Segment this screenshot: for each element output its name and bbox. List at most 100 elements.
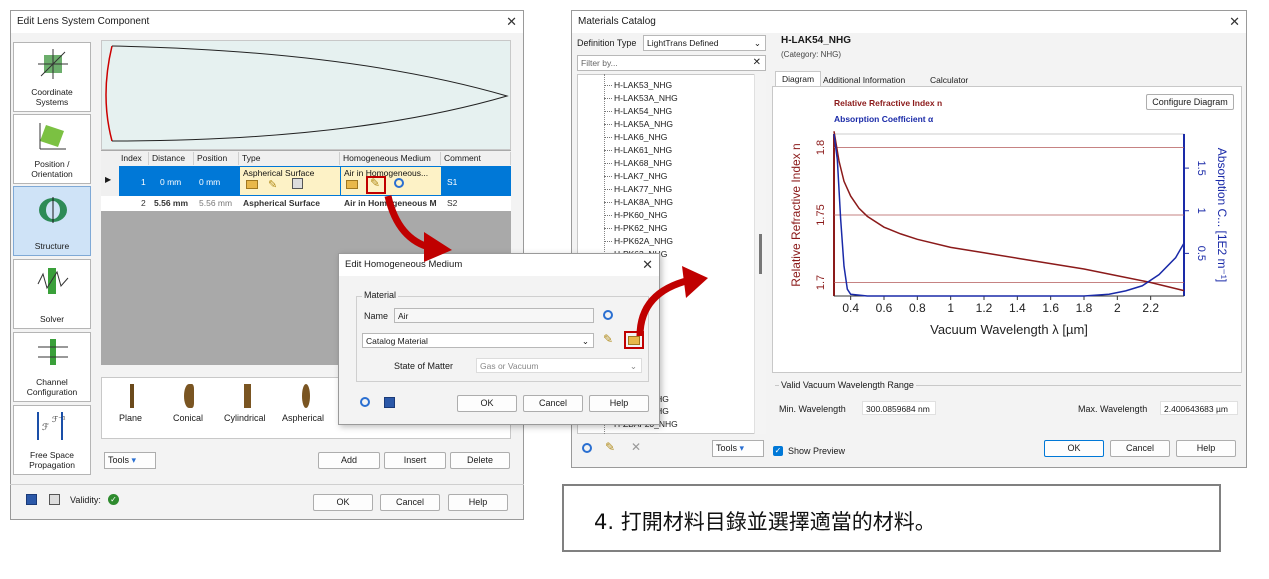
shape-conical[interactable]: Conical bbox=[173, 413, 203, 423]
definition-type-select[interactable]: LightTrans Defined ⌄ bbox=[643, 35, 766, 51]
tree-item[interactable]: H-LAK68_NHG bbox=[603, 157, 672, 169]
delete-icon[interactable]: ✕ bbox=[631, 440, 641, 454]
edit-pencil-icon[interactable]: ✎ bbox=[605, 440, 615, 454]
tools-icon: ▾ bbox=[739, 443, 745, 453]
tree-item[interactable]: H-LAK61_NHG bbox=[603, 144, 672, 156]
col-header-index[interactable]: Index bbox=[119, 152, 149, 165]
validity-ok-icon: ✓ bbox=[108, 494, 119, 505]
sidebar-item-coordinate-systems[interactable]: Coordinate Systems bbox=[13, 42, 91, 112]
close-icon[interactable]: ✕ bbox=[642, 254, 653, 276]
chevron-down-icon: ⌄ bbox=[753, 38, 761, 48]
tree-item[interactable]: H-LAK7_NHG bbox=[603, 170, 667, 182]
col-header-distance[interactable]: Distance bbox=[150, 152, 194, 165]
search-icon[interactable] bbox=[360, 397, 370, 407]
catalog-cancel-button[interactable]: Cancel bbox=[1110, 440, 1170, 457]
tree-item[interactable]: H-LAK6_NHG bbox=[603, 131, 667, 143]
scrollbar-thumb[interactable] bbox=[759, 234, 762, 274]
tree-item[interactable]: H-LAK5A_NHG bbox=[603, 118, 673, 130]
tree-item[interactable]: H-LAK53_NHG bbox=[603, 79, 672, 91]
ok-button[interactable]: OK bbox=[313, 494, 373, 511]
structure-icon bbox=[39, 197, 67, 223]
col-header-position[interactable]: Position bbox=[195, 152, 239, 165]
edit-pencil-icon[interactable]: ✎ bbox=[268, 178, 277, 191]
show-preview-checkbox[interactable]: ✓ bbox=[773, 446, 783, 456]
edit-pencil-icon[interactable]: ✎ bbox=[603, 332, 613, 346]
x-tick-label: 0.4 bbox=[842, 301, 859, 315]
insert-button[interactable]: Insert bbox=[384, 452, 446, 469]
view-icon[interactable] bbox=[292, 178, 303, 189]
tools-menu[interactable]: Tools ▾ bbox=[104, 452, 156, 469]
clear-filter-icon[interactable]: ✕ bbox=[753, 56, 761, 70]
dialog-help-button[interactable]: Help bbox=[589, 395, 649, 412]
dispersion-chart: 1.7 1.75 1.8 0.5 1 1.5 0.4 0.6 0.8 1 1.2 1.4 1.6 1.8 2… bbox=[789, 131, 1229, 337]
sidebar-item-position-orientation[interactable]: Position / Orientation bbox=[13, 114, 91, 184]
cylindrical-shape-icon[interactable] bbox=[244, 384, 251, 408]
catalog-ok-button[interactable]: OK bbox=[1044, 440, 1104, 457]
folder-icon[interactable] bbox=[346, 180, 358, 189]
plane-shape-icon[interactable] bbox=[130, 384, 134, 408]
sidebar-label: Solver bbox=[39, 314, 65, 324]
shape-plane[interactable]: Plane bbox=[119, 413, 142, 423]
dialog-title: Edit Homogeneous Medium bbox=[339, 254, 659, 276]
lens-preview bbox=[101, 40, 511, 150]
cancel-button[interactable]: Cancel bbox=[380, 494, 440, 511]
close-icon[interactable]: ✕ bbox=[506, 11, 517, 33]
help-button[interactable]: Help bbox=[448, 494, 508, 511]
tree-item[interactable]: H-LAK8A_NHG bbox=[603, 196, 673, 208]
filter-input[interactable]: Filter by... ✕ bbox=[577, 55, 766, 71]
dialog-ok-button[interactable]: OK bbox=[457, 395, 517, 412]
aspherical-shape-icon[interactable] bbox=[302, 384, 310, 408]
x-tick-label: 1.8 bbox=[1076, 301, 1093, 315]
sidebar-item-channel-configuration[interactable]: Channel Configuration bbox=[13, 332, 91, 402]
dialog-cancel-button[interactable]: Cancel bbox=[523, 395, 583, 412]
tab-calculator[interactable]: Calculator bbox=[930, 73, 968, 87]
sidebar-item-structure[interactable]: Structure bbox=[13, 186, 91, 256]
delete-button[interactable]: Delete bbox=[450, 452, 510, 469]
chevron-down-icon: ⌄ bbox=[581, 336, 589, 346]
tree-scrollbar[interactable] bbox=[754, 74, 766, 434]
close-icon[interactable]: ✕ bbox=[1229, 11, 1240, 33]
col-header-comment[interactable]: Comment bbox=[442, 152, 511, 165]
search-icon[interactable] bbox=[603, 310, 613, 320]
catalog-help-button[interactable]: Help bbox=[1176, 440, 1236, 457]
col-header-type[interactable]: Type bbox=[240, 152, 340, 165]
tree-item[interactable]: H-PK62_NHG bbox=[603, 222, 667, 234]
sidebar-item-solver[interactable]: Solver bbox=[13, 259, 91, 329]
row2-type: Aspherical Surface bbox=[243, 198, 321, 208]
search-icon[interactable] bbox=[394, 178, 404, 188]
col-header-medium[interactable]: Homogeneous Medium bbox=[341, 152, 441, 165]
search-icon[interactable] bbox=[582, 443, 592, 453]
x-tick-label: 1.4 bbox=[1009, 301, 1026, 315]
tab-additional-information[interactable]: Additional Information bbox=[823, 73, 905, 87]
series-refractive-index-line bbox=[833, 131, 1185, 292]
conical-shape-icon[interactable] bbox=[184, 384, 194, 408]
tab-diagram[interactable]: Diagram bbox=[775, 71, 821, 87]
tree-item[interactable]: H-LAK53A_NHG bbox=[604, 92, 678, 104]
save-icon[interactable] bbox=[384, 397, 395, 408]
x-tick-label: 1.6 bbox=[1042, 301, 1059, 315]
tree-item[interactable]: H-LAK77_NHG bbox=[603, 183, 672, 195]
shape-aspherical[interactable]: Aspherical bbox=[282, 413, 324, 423]
free-space-propagation-icon: ℱℱ⁻¹ bbox=[37, 412, 66, 440]
tree-item[interactable]: H-PK62A_NHG bbox=[603, 235, 673, 247]
folder-icon[interactable] bbox=[628, 336, 640, 345]
tools-menu[interactable]: Tools ▾ bbox=[712, 440, 764, 457]
legend-absorption: Absorption Coefficient α bbox=[834, 114, 934, 124]
sidebar-label: Coordinate Systems bbox=[31, 87, 73, 107]
save-icon[interactable] bbox=[26, 494, 37, 505]
filter-placeholder: Filter by... bbox=[581, 58, 618, 68]
add-button[interactable]: Add bbox=[318, 452, 380, 469]
name-field[interactable]: Air bbox=[394, 308, 594, 323]
catalog-material-value: Catalog Material bbox=[366, 336, 428, 346]
sidebar-item-free-space-propagation[interactable]: ℱ ℱ⁻¹ Free Space Propagation bbox=[13, 405, 91, 475]
tools-label: Tools bbox=[108, 455, 130, 465]
catalog-material-select[interactable]: Catalog Material ⌄ bbox=[362, 333, 594, 348]
configure-diagram-button[interactable]: Configure Diagram bbox=[1146, 94, 1234, 110]
folder-icon[interactable] bbox=[246, 180, 258, 189]
view-3d-icon[interactable] bbox=[49, 494, 60, 505]
tree-item[interactable]: H-LAK54_NHG bbox=[603, 105, 672, 117]
tree-item[interactable]: H-PK60_NHG bbox=[603, 209, 667, 221]
caption-text: 4. 打開材料目錄並選擇適當的材料。 bbox=[594, 510, 936, 534]
shape-cylindrical[interactable]: Cylindrical bbox=[224, 413, 266, 423]
edit-pencil-icon[interactable]: ✎ bbox=[370, 176, 380, 190]
